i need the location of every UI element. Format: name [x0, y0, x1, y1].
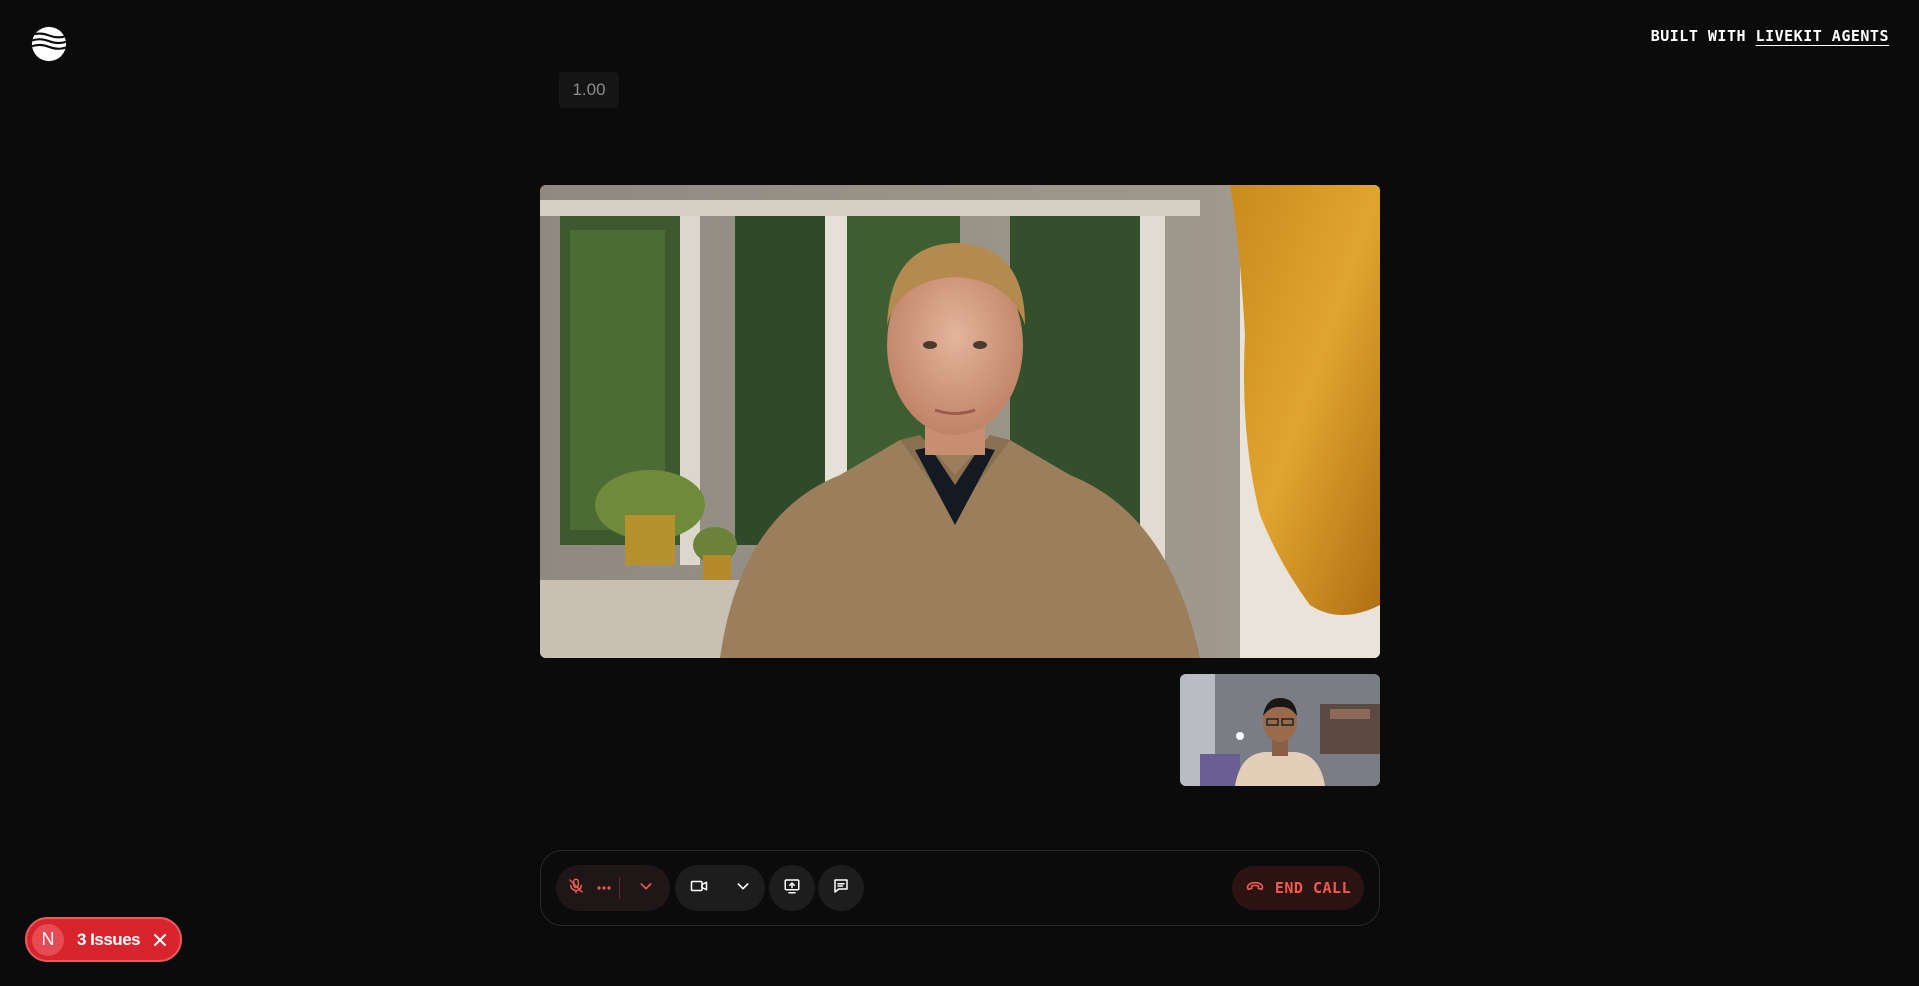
- issues-badge[interactable]: N 3 Issues: [25, 917, 182, 962]
- divider: [618, 877, 620, 899]
- microphone-options-button[interactable]: [626, 865, 666, 911]
- livekit-agents-link[interactable]: LIVEKIT AGENTS: [1756, 27, 1889, 45]
- audio-level-indicator: [596, 865, 612, 911]
- microphone-off-icon: [567, 877, 585, 900]
- microphone-control: [556, 865, 670, 911]
- camera-options-button[interactable]: [723, 865, 763, 911]
- chevron-down-icon: [638, 878, 654, 899]
- camera-toggle-button[interactable]: [675, 865, 723, 911]
- issues-label: 3 Issues: [77, 929, 141, 949]
- chat-icon: [832, 877, 850, 900]
- end-call-button[interactable]: END CALL: [1232, 866, 1364, 910]
- end-call-label: END CALL: [1274, 879, 1352, 897]
- screen-share-icon: [783, 877, 801, 900]
- control-bar: END CALL: [540, 850, 1380, 926]
- phone-hangup-icon: [1245, 876, 1265, 900]
- screen-share-button[interactable]: [769, 865, 815, 911]
- built-with-text: BUILT WITH LIVEKIT AGENTS: [1651, 27, 1889, 45]
- microphone-toggle-button[interactable]: [556, 865, 596, 911]
- self-view-video: [1180, 674, 1380, 786]
- logo-icon[interactable]: [30, 25, 68, 63]
- chat-button[interactable]: [818, 865, 864, 911]
- built-with-prefix: BUILT WITH: [1650, 27, 1747, 45]
- rate-counter: 1.00: [559, 72, 619, 108]
- chevron-down-icon: [735, 878, 751, 899]
- video-camera-icon: [689, 877, 709, 900]
- next-logo-icon: N: [32, 923, 64, 956]
- close-icon[interactable]: [153, 933, 167, 947]
- agent-video: [540, 185, 1380, 658]
- camera-control: [675, 865, 765, 911]
